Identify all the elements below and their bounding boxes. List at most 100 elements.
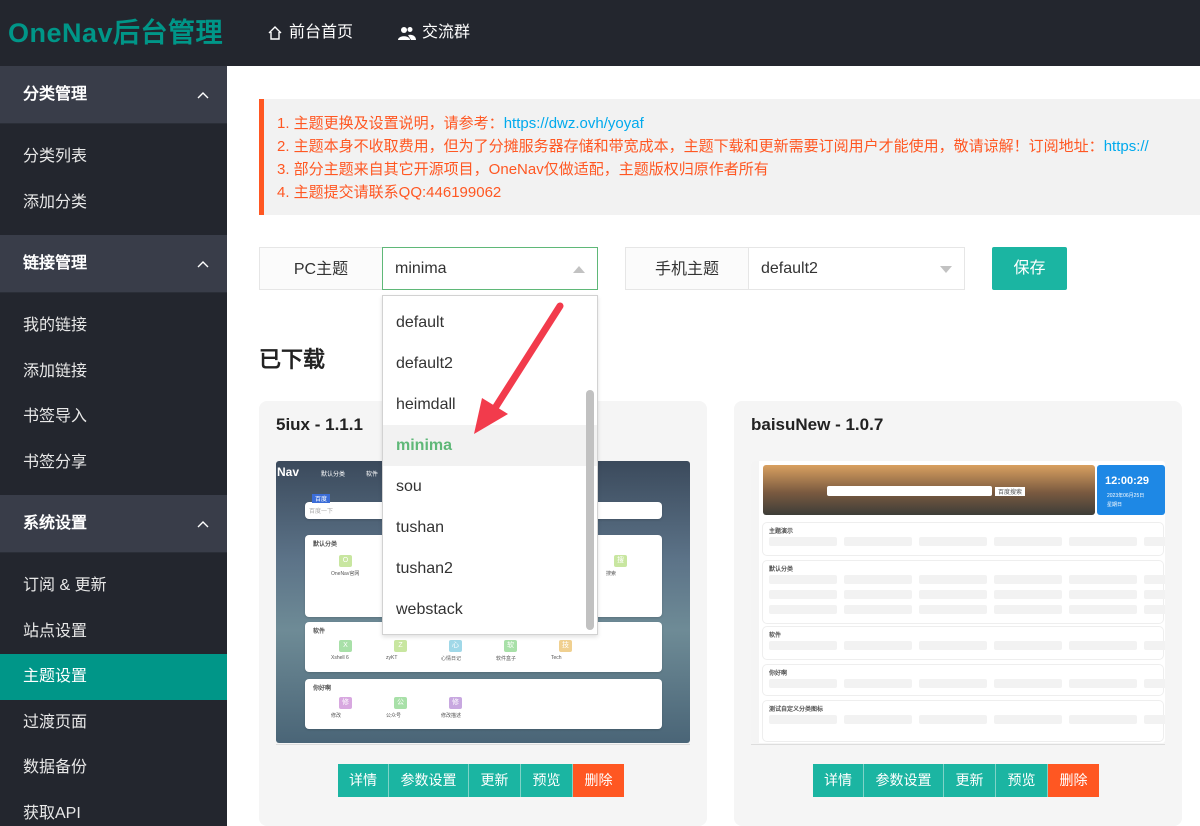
thumb-section: 测试自定义分类图标 <box>763 701 1165 741</box>
pc-theme-label: PC主题 <box>259 247 383 290</box>
thumb-link-chip <box>919 715 987 724</box>
sidebar-group-label: 链接管理 <box>23 255 88 272</box>
thumb-link-chip <box>1069 641 1137 650</box>
thumb-link-chip <box>844 641 912 650</box>
thumb-section: 软件 <box>763 627 1165 659</box>
thumb-link-chip <box>1069 590 1137 599</box>
arrow-annotation-icon <box>474 302 564 434</box>
thumb-section-title: 软件 <box>769 633 782 639</box>
save-button[interactable]: 保存 <box>992 247 1067 290</box>
card-divider <box>751 744 1165 745</box>
details-button[interactable]: 详情 <box>338 764 389 797</box>
update-button[interactable]: 更新 <box>944 764 996 797</box>
sidebar-item-get-api[interactable]: 获取API <box>0 790 227 826</box>
thumb-section-title: 默认分类 <box>769 567 794 573</box>
dropdown-option-tushan[interactable]: tushan <box>383 507 597 548</box>
sidebar-group-label: 系统设置 <box>23 515 88 532</box>
thumb-tile: 搜 <box>614 555 627 567</box>
pc-theme-select[interactable]: minima <box>382 247 598 290</box>
thumb-link-chip <box>919 641 987 650</box>
thumb-link-chip <box>1069 715 1137 724</box>
thumb-section-3: 你好啊 修修改公公众号修修改描述 <box>305 679 662 729</box>
delete-button[interactable]: 删除 <box>1048 764 1099 797</box>
theme-card-title: baisuNew - 1.0.7 <box>751 415 884 434</box>
app-logo[interactable]: OneNav后台管理 <box>0 0 227 66</box>
thumb-section-title: 测试自定义分类图标 <box>769 707 824 713</box>
card-divider <box>276 744 690 745</box>
main-content: 1. 主题更换及设置说明，请参考：https://dwz.ovh/yoyaf 2… <box>227 66 1200 826</box>
sidebar-item-data-backup[interactable]: 数据备份 <box>0 745 227 791</box>
card-button-group: 详情 参数设置 更新 预览 删除 <box>813 764 1099 797</box>
thumb-link-chip <box>1144 537 1165 546</box>
notice-line-2: 2. 主题本身不收取费用，但为了分摊服务器存储和带宽成本，主题下载和更新需要订阅… <box>277 138 1149 155</box>
thumb-tile-label: 公众号 <box>386 713 402 719</box>
thumb-link-chip <box>919 575 987 584</box>
thumb-link-chip <box>919 590 987 599</box>
params-button[interactable]: 参数设置 <box>864 764 944 797</box>
delete-button[interactable]: 删除 <box>573 764 624 797</box>
dropdown-option-tushan2[interactable]: tushan2 <box>383 548 597 589</box>
thumb-link-chip <box>1069 605 1137 614</box>
thumb-link-chip <box>769 641 837 650</box>
sidebar-item-bookmark-share[interactable]: 书签分享 <box>0 439 227 485</box>
thumb-link-chip <box>769 575 837 584</box>
thumb-tile-label: OneNav官网 <box>331 571 360 577</box>
thumb-link-chip <box>1144 605 1165 614</box>
details-button[interactable]: 详情 <box>813 764 864 797</box>
sidebar: 分类管理 分类列表 添加分类 链接管理 我的链接 添加链接 书签导入 书签分享 … <box>0 66 227 826</box>
notice-link-1[interactable]: https://dwz.ovh/yoyaf <box>504 115 644 132</box>
nav-group[interactable]: 交流群 <box>398 0 470 66</box>
nav-home[interactable]: 前台首页 <box>267 0 353 66</box>
thumb-link-chip <box>1069 575 1137 584</box>
thumb-tile: 公 <box>394 697 407 709</box>
sidebar-item-transition-page[interactable]: 过渡页面 <box>0 699 227 745</box>
sidebar-item-category-list[interactable]: 分类列表 <box>0 134 227 180</box>
thumb-link-chip <box>769 537 837 546</box>
sidebar-item-site-settings[interactable]: 站点设置 <box>0 608 227 654</box>
thumb-section-title: 你好啊 <box>769 671 788 677</box>
users-icon <box>398 25 416 41</box>
thumb-tab: 百度 <box>312 494 331 503</box>
preview-button[interactable]: 预览 <box>521 764 573 797</box>
card-button-group: 详情 参数设置 更新 预览 删除 <box>338 764 624 797</box>
params-button[interactable]: 参数设置 <box>389 764 469 797</box>
thumb-nav-2: 软件 <box>366 472 379 478</box>
thumb-tile-label: 修改 <box>331 713 342 719</box>
mobile-theme-value: default2 <box>761 260 818 277</box>
top-bar: OneNav后台管理 前台首页 交流群 <box>0 0 1200 66</box>
sidebar-group-links[interactable]: 链接管理 <box>0 235 227 293</box>
sidebar-item-add-category[interactable]: 添加分类 <box>0 179 227 225</box>
thumb-section: 你好啊 <box>763 665 1165 695</box>
thumb-link-chip <box>994 715 1062 724</box>
mobile-theme-select[interactable]: default2 <box>748 247 965 290</box>
thumb-tile-label: Tech <box>551 655 562 661</box>
thumb-link-chip <box>919 537 987 546</box>
thumb-brand: Nav <box>277 465 300 479</box>
thumb-tile: X <box>339 640 352 652</box>
sidebar-item-theme-settings[interactable]: 主题设置 <box>0 654 227 700</box>
theme-preview-image[interactable]: 百度搜索 12:00:29 2023年06月25日 星期日 主题演示 默认分类 软件… <box>751 461 1165 743</box>
preview-button[interactable]: 预览 <box>996 764 1048 797</box>
thumb-tile: 修 <box>339 697 352 709</box>
dropdown-option-webstack[interactable]: webstack <box>383 589 597 630</box>
sidebar-item-add-link[interactable]: 添加链接 <box>0 348 227 394</box>
sidebar-item-subscription[interactable]: 订阅 & 更新 <box>0 563 227 609</box>
sidebar-group-system[interactable]: 系统设置 <box>0 495 227 553</box>
sidebar-group-category[interactable]: 分类管理 <box>0 66 227 124</box>
sidebar-item-bookmark-import[interactable]: 书签导入 <box>0 394 227 440</box>
thumb-link-chip <box>844 715 912 724</box>
home-icon <box>267 25 283 41</box>
dropdown-scrollbar[interactable] <box>586 390 594 630</box>
notice-line-1: 1. 主题更换及设置说明，请参考：https://dwz.ovh/yoyaf <box>277 115 644 132</box>
update-button[interactable]: 更新 <box>469 764 521 797</box>
thumb-tile-label: 心情日记 <box>441 656 462 662</box>
thumb-link-chip <box>1144 715 1165 724</box>
thumb-section-title: 主题演示 <box>769 529 794 535</box>
notice-link-2[interactable]: https:// <box>1104 138 1149 155</box>
thumb-section: 主题演示 <box>763 523 1165 555</box>
sidebar-item-my-links[interactable]: 我的链接 <box>0 303 227 349</box>
dropdown-option-sou[interactable]: sou <box>383 466 597 507</box>
thumb-tile-label: 软件盒子 <box>496 656 517 662</box>
thumb-link-chip <box>769 679 837 688</box>
thumb-tile-label: 修改描述 <box>441 713 462 719</box>
